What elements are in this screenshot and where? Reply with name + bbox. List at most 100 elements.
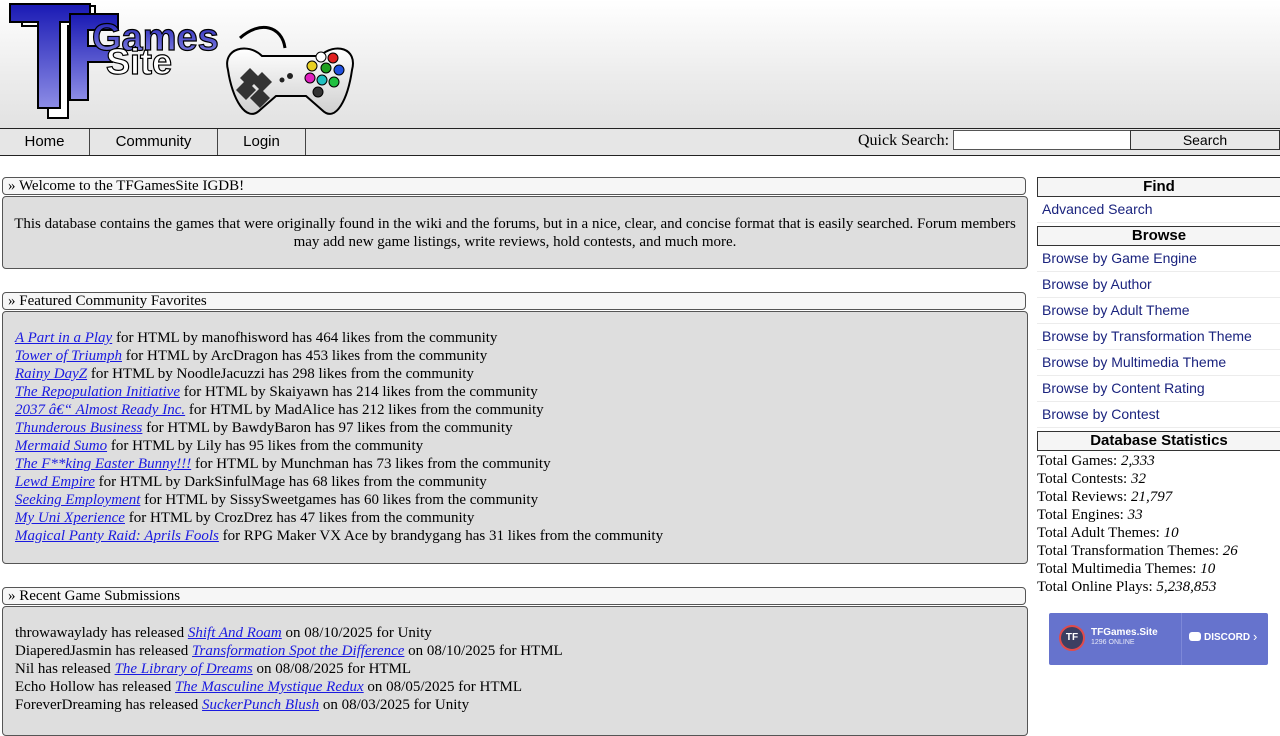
nav-community[interactable]: Community bbox=[90, 129, 218, 155]
featured-item: The F**king Easter Bunny!!! for HTML by … bbox=[15, 455, 1027, 473]
featured-list: A Part in a Play for HTML by manofhiswor… bbox=[3, 312, 1027, 545]
welcome-title: » Welcome to the TFGamesSite IGDB! bbox=[2, 177, 1026, 195]
featured-item: Thunderous Business for HTML by BawdyBar… bbox=[15, 419, 1027, 437]
featured-game-link[interactable]: Mermaid Sumo bbox=[15, 438, 107, 454]
featured-item-desc: for HTML by SissySweetgames has 60 likes… bbox=[140, 492, 539, 508]
browse-author-link[interactable]: Browse by Author bbox=[1037, 272, 1280, 298]
featured-item-desc: for HTML by ArcDragon has 453 likes from… bbox=[122, 348, 488, 364]
browse-title: Browse bbox=[1037, 226, 1280, 246]
gamepad-icon bbox=[226, 47, 354, 115]
featured-game-link[interactable]: Lewd Empire bbox=[15, 474, 95, 490]
discord-server-name: TFGames.Site bbox=[1091, 627, 1158, 638]
recent-author: ForeverDreaming bbox=[15, 697, 122, 713]
featured-item-desc: for HTML by CrozDrez has 47 likes from t… bbox=[124, 510, 475, 526]
recent-text: has released bbox=[121, 697, 203, 713]
stat-total-games: Total Games: 2,333 bbox=[1037, 453, 1155, 469]
search-button[interactable]: Search bbox=[1130, 130, 1280, 150]
quick-search-label: Quick Search: bbox=[858, 132, 950, 149]
server-icon: TF bbox=[1059, 625, 1085, 651]
featured-item: Magical Panty Raid: Aprils Fools for RPG… bbox=[15, 527, 1027, 545]
featured-game-link[interactable]: Magical Panty Raid: Aprils Fools bbox=[15, 528, 219, 544]
recent-item: throwawaylady has released Shift And Roa… bbox=[15, 624, 1027, 642]
stats-list: Total Games: 2,333 Total Contests: 32 To… bbox=[1037, 452, 1280, 596]
recent-date-platform: on 08/05/2025 for HTML bbox=[363, 679, 522, 695]
recent-date-platform: on 08/08/2025 for HTML bbox=[252, 661, 412, 677]
browse-transformation-theme-link[interactable]: Browse by Transformation Theme bbox=[1037, 324, 1280, 350]
recent-date-platform: on 08/03/2025 for Unity bbox=[319, 697, 470, 713]
featured-box: A Part in a Play for HTML by manofhiswor… bbox=[2, 311, 1028, 564]
site-header: Games Site bbox=[0, 0, 1280, 128]
featured-item-desc: for HTML by Lily has 95 likes from the c… bbox=[107, 438, 424, 454]
discord-widget[interactable]: TF TFGames.Site 1296 ONLINE DISCORD › bbox=[1049, 613, 1268, 665]
discord-brand: DISCORD bbox=[1189, 632, 1250, 643]
stat-total-transformation-themes: Total Transformation Themes: 26 bbox=[1037, 543, 1238, 559]
find-title: Find bbox=[1037, 177, 1280, 197]
featured-game-link[interactable]: The F**king Easter Bunny!!! bbox=[15, 456, 191, 472]
featured-item: Rainy DayZ for HTML by NoodleJacuzzi has… bbox=[15, 365, 1027, 383]
recent-text: has released bbox=[94, 679, 175, 695]
browse-content-rating-link[interactable]: Browse by Content Rating bbox=[1037, 376, 1280, 402]
browse-adult-theme-link[interactable]: Browse by Adult Theme bbox=[1037, 298, 1280, 324]
featured-item: Seeking Employment for HTML by SissySwee… bbox=[15, 491, 1027, 509]
featured-game-link[interactable]: Seeking Employment bbox=[15, 492, 140, 508]
featured-item: A Part in a Play for HTML by manofhiswor… bbox=[15, 329, 1027, 347]
recent-text: has released bbox=[34, 661, 115, 677]
recent-author: Nil bbox=[15, 661, 35, 677]
stat-total-engines: Total Engines: 33 bbox=[1037, 507, 1143, 523]
recent-game-link[interactable]: Shift And Roam bbox=[188, 625, 282, 641]
nav-login[interactable]: Login bbox=[218, 129, 306, 155]
featured-item-desc: for RPG Maker VX Ace by brandygang has 3… bbox=[218, 528, 664, 544]
recent-item: ForeverDreaming has released SuckerPunch… bbox=[15, 696, 1027, 714]
recent-game-link[interactable]: Transformation Spot the Difference bbox=[192, 643, 404, 659]
recent-game-link[interactable]: The Masculine Mystique Redux bbox=[175, 679, 364, 695]
recent-author: Echo Hollow bbox=[15, 679, 95, 695]
recent-author: DiaperedJasmin bbox=[15, 643, 112, 659]
recent-item: Echo Hollow has released The Masculine M… bbox=[15, 678, 1027, 696]
featured-game-link[interactable]: 2037 â€“ Almost Ready Inc. bbox=[15, 402, 185, 418]
featured-game-link[interactable]: Tower of Triumph bbox=[15, 348, 122, 364]
nav-bar: Home Community Login Quick Search: Searc… bbox=[0, 128, 1280, 156]
advanced-search-link[interactable]: Advanced Search bbox=[1037, 197, 1280, 223]
welcome-text: This database contains the games that we… bbox=[14, 216, 1016, 250]
featured-item-desc: for HTML by MadAlice has 212 likes from … bbox=[185, 402, 544, 418]
recent-author: throwawaylady bbox=[15, 625, 108, 641]
recent-game-link[interactable]: SuckerPunch Blush bbox=[202, 697, 319, 713]
recent-item: Nil has released The Library of Dreams o… bbox=[15, 660, 1027, 678]
browse-game-engine-link[interactable]: Browse by Game Engine bbox=[1037, 246, 1280, 272]
featured-item: My Uni Xperience for HTML by CrozDrez ha… bbox=[15, 509, 1027, 527]
featured-title: » Featured Community Favorites bbox=[2, 292, 1026, 310]
featured-item-desc: for HTML by DarkSinfulMage has 68 likes … bbox=[94, 474, 487, 490]
stat-total-online-plays: Total Online Plays: 5,238,853 bbox=[1037, 579, 1217, 595]
featured-item: Mermaid Sumo for HTML by Lily has 95 lik… bbox=[15, 437, 1027, 455]
recent-text: has released bbox=[111, 643, 193, 659]
site-logo[interactable]: Games Site bbox=[0, 0, 360, 128]
recent-list: throwawaylady has released Shift And Roa… bbox=[3, 607, 1027, 714]
featured-game-link[interactable]: A Part in a Play bbox=[15, 330, 112, 346]
featured-game-link[interactable]: My Uni Xperience bbox=[15, 510, 125, 526]
featured-item: Lewd Empire for HTML by DarkSinfulMage h… bbox=[15, 473, 1027, 491]
recent-date-platform: on 08/10/2025 for Unity bbox=[281, 625, 432, 641]
featured-item-desc: for HTML by BawdyBaron has 97 likes from… bbox=[142, 420, 513, 436]
featured-game-link[interactable]: The Repopulation Initiative bbox=[15, 384, 180, 400]
featured-item: Tower of Triumph for HTML by ArcDragon h… bbox=[15, 347, 1027, 365]
recent-game-link[interactable]: The Library of Dreams bbox=[115, 661, 253, 677]
featured-item-desc: for HTML by NoodleJacuzzi has 298 likes … bbox=[87, 366, 474, 382]
featured-item-desc: for HTML by Skaiyawn has 214 likes from … bbox=[179, 384, 538, 400]
featured-game-link[interactable]: Thunderous Business bbox=[15, 420, 142, 436]
stat-total-reviews: Total Reviews: 21,797 bbox=[1037, 489, 1173, 505]
featured-item-desc: for HTML by Munchman has 73 likes from t… bbox=[191, 456, 551, 472]
browse-contest-link[interactable]: Browse by Contest bbox=[1037, 402, 1280, 428]
nav-home[interactable]: Home bbox=[0, 129, 90, 155]
featured-item: The Repopulation Initiative for HTML by … bbox=[15, 383, 1027, 401]
featured-game-link[interactable]: Rainy DayZ bbox=[15, 366, 87, 382]
chevron-right-icon: › bbox=[1253, 629, 1258, 644]
recent-text: has released bbox=[107, 625, 188, 641]
discord-divider bbox=[1181, 613, 1182, 665]
quick-search-input[interactable] bbox=[953, 130, 1135, 150]
discord-logo-icon bbox=[1189, 632, 1201, 641]
stats-title: Database Statistics bbox=[1037, 431, 1280, 451]
stat-total-contests: Total Contests: 32 bbox=[1037, 471, 1146, 487]
browse-multimedia-theme-link[interactable]: Browse by Multimedia Theme bbox=[1037, 350, 1280, 376]
recent-box: throwawaylady has released Shift And Roa… bbox=[2, 606, 1028, 736]
welcome-box: This database contains the games that we… bbox=[2, 196, 1028, 269]
